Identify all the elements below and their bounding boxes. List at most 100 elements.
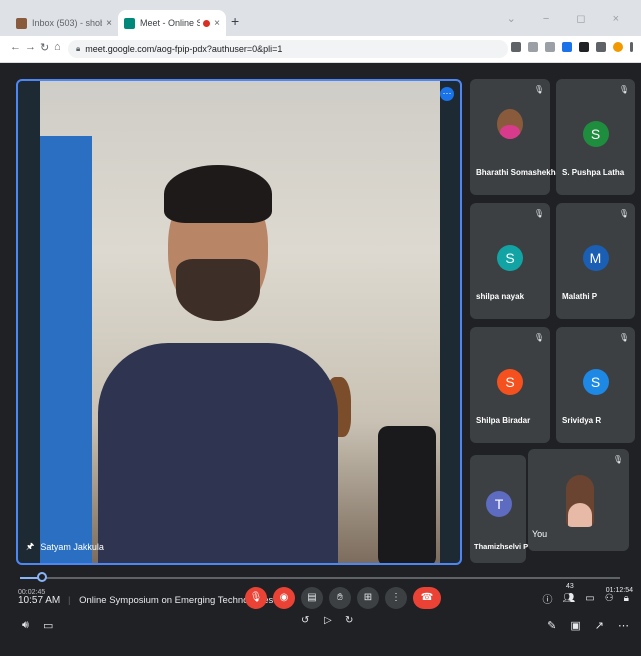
- speaker-name-label: Satyam Jakkula: [40, 542, 104, 552]
- mic-off-icon: 🎙︎: [618, 209, 629, 218]
- seek-handle[interactable]: [37, 572, 48, 582]
- camera-off-button[interactable]: ◉: [273, 587, 295, 609]
- more-icon[interactable]: ⋯: [618, 619, 629, 632]
- participant-avatar: S: [582, 369, 609, 395]
- participant-tile[interactable]: 🎙︎ S Srividya R: [556, 327, 635, 443]
- back-icon[interactable]: ←: [10, 41, 21, 53]
- mic-off-icon: 🎙︎: [618, 85, 629, 94]
- participant-name: Thamizhselvi P: [474, 542, 529, 551]
- play-icon[interactable]: ▷: [324, 615, 332, 626]
- meeting-clock: 00:02:45 10:57 AM: [18, 589, 61, 606]
- forward-icon[interactable]: →: [25, 41, 36, 53]
- window-controls[interactable]: ⌄ − ◻ ×: [507, 12, 631, 25]
- speaker-video: [40, 81, 440, 563]
- participant-tile[interactable]: T Thamizhselvi P: [470, 455, 529, 563]
- participant-tile[interactable]: 🎙︎ S Shilpa Biradar: [470, 327, 550, 443]
- participant-name: Bharathi Somashekhar: [476, 168, 564, 177]
- kebab-menu-icon[interactable]: [630, 42, 633, 52]
- mic-off-icon: 🎙︎: [612, 455, 623, 464]
- elapsed-time: 00:02:45: [18, 589, 46, 596]
- mic-off-button[interactable]: 🎙︎: [245, 587, 267, 609]
- mic-off-icon: 🎙︎: [533, 209, 544, 218]
- participant-name: S. Pushpa Latha: [562, 168, 625, 177]
- mic-off-icon: 🎙︎: [533, 85, 544, 94]
- mic-off-icon: 🎙︎: [533, 333, 544, 342]
- meeting-control-bar: 00:02:45 10:57 AM | Online Symposium on …: [0, 583, 641, 656]
- extension-icon[interactable]: [562, 42, 572, 52]
- screen-icon[interactable]: ▣: [570, 619, 580, 632]
- pen-icon[interactable]: ✎: [547, 619, 556, 632]
- close-icon[interactable]: ×: [214, 18, 220, 29]
- present-button[interactable]: ⊞: [357, 587, 379, 609]
- share-icon[interactable]: [528, 42, 538, 52]
- tab-meet[interactable]: Meet - Online Symposium on ×: [118, 10, 226, 36]
- subtitles-icon[interactable]: ▭: [43, 619, 53, 632]
- participant-name: Srividya R: [562, 416, 602, 425]
- self-label: You: [532, 529, 548, 539]
- participant-avatar: S: [497, 369, 523, 395]
- cast-icon[interactable]: [511, 42, 521, 52]
- avatar[interactable]: [613, 42, 623, 52]
- url-text: meet.google.com/aog-fpip-pdx?authuser=0&…: [85, 44, 283, 54]
- participant-avatar: M: [582, 245, 609, 271]
- speaker-hair: [164, 165, 272, 223]
- tab-label: Meet - Online Symposium on: [140, 18, 201, 28]
- extension-icons: [511, 42, 633, 52]
- home-icon[interactable]: ⌂: [54, 41, 61, 53]
- tab-label: Inbox (503) - shobharani.mca@redc: [32, 18, 102, 28]
- lock-icon: 🔒︎: [76, 44, 81, 53]
- playback-seek-bar[interactable]: [20, 572, 620, 582]
- star-icon[interactable]: [545, 42, 555, 52]
- participant-avatar: T: [486, 491, 512, 517]
- meet-stage: 🖈︎ Satyam Jakkula ⋯ 🎙︎ Bharathi Somashek…: [0, 63, 641, 656]
- speaker-beard: [176, 259, 260, 321]
- participant-count: 43: [566, 583, 574, 590]
- speaker-body: [98, 343, 338, 563]
- participant-name: Malathi P: [562, 292, 598, 301]
- self-photo: [566, 475, 594, 527]
- people-icon[interactable]: 👥︎: [563, 593, 576, 604]
- gmail-favicon: [16, 17, 27, 29]
- participant-tile[interactable]: 🎙︎ S S. Pushpa Latha: [556, 79, 635, 195]
- player-right-controls: ✎ ▣ ↗ ⋯: [547, 619, 629, 632]
- speaker-name: 🖈︎ Satyam Jakkula: [26, 539, 104, 555]
- close-icon[interactable]: ×: [106, 18, 112, 29]
- pin-icon[interactable]: 🖈︎: [26, 539, 34, 555]
- sidebar-icon[interactable]: [596, 42, 606, 52]
- mic-off-icon: 🎙︎: [618, 333, 629, 342]
- rewind-icon[interactable]: ↺: [301, 615, 309, 626]
- participant-tile[interactable]: 🎙︎ S shilpa nayak: [470, 203, 550, 319]
- participant-avatar: S: [497, 245, 523, 271]
- participant-tile[interactable]: 🎙︎ Bharathi Somashekhar: [470, 79, 563, 195]
- forward-icon[interactable]: ↻: [345, 615, 353, 626]
- puzzle-icon[interactable]: [579, 42, 589, 52]
- clock-time: 10:57 AM: [18, 595, 61, 606]
- main-video-tile[interactable]: 🖈︎ Satyam Jakkula ⋯: [16, 79, 462, 565]
- participant-name: Shilpa Biradar: [476, 416, 531, 425]
- participant-name: shilpa nayak: [476, 292, 525, 301]
- raise-hand-button[interactable]: ✋︎: [329, 587, 351, 609]
- chair-decor: [378, 426, 436, 563]
- volume-icon[interactable]: 🔊︎: [22, 619, 29, 632]
- activities-icon[interactable]: ⚇: [605, 593, 614, 604]
- end-call-button[interactable]: ☎︎: [413, 587, 441, 609]
- more-options-button[interactable]: ⋮: [385, 587, 407, 609]
- participant-avatar: S: [582, 121, 609, 147]
- lock-icon[interactable]: 🔒︎: [624, 593, 629, 604]
- new-tab-button[interactable]: +: [231, 13, 239, 29]
- meet-favicon: [124, 17, 135, 29]
- chat-icon[interactable]: ▭: [585, 593, 594, 604]
- tab-inbox[interactable]: Inbox (503) - shobharani.mca@redc ×: [10, 10, 118, 36]
- browser-tab-bar: Inbox (503) - shobharani.mca@redc × Meet…: [0, 0, 641, 36]
- url-input[interactable]: 🔒︎ meet.google.com/aog-fpip-pdx?authuser…: [68, 40, 508, 58]
- participant-tile[interactable]: 🎙︎ M Malathi P: [556, 203, 635, 319]
- info-icon[interactable]: ⓘ: [543, 591, 553, 606]
- meeting-title: | Online Symposium on Emerging Technolog…: [62, 595, 273, 606]
- address-bar-row: ← → ↻ ⌂ 🔒︎ meet.google.com/aog-fpip-pdx?…: [0, 36, 641, 63]
- more-options-icon[interactable]: ⋯: [440, 87, 454, 101]
- reload-icon[interactable]: ↻: [40, 41, 49, 54]
- cursor-icon[interactable]: ↗: [595, 619, 604, 632]
- self-view-tile[interactable]: 🎙︎ You: [528, 449, 629, 551]
- participant-photo: [497, 109, 523, 139]
- captions-button[interactable]: ▤: [301, 587, 323, 609]
